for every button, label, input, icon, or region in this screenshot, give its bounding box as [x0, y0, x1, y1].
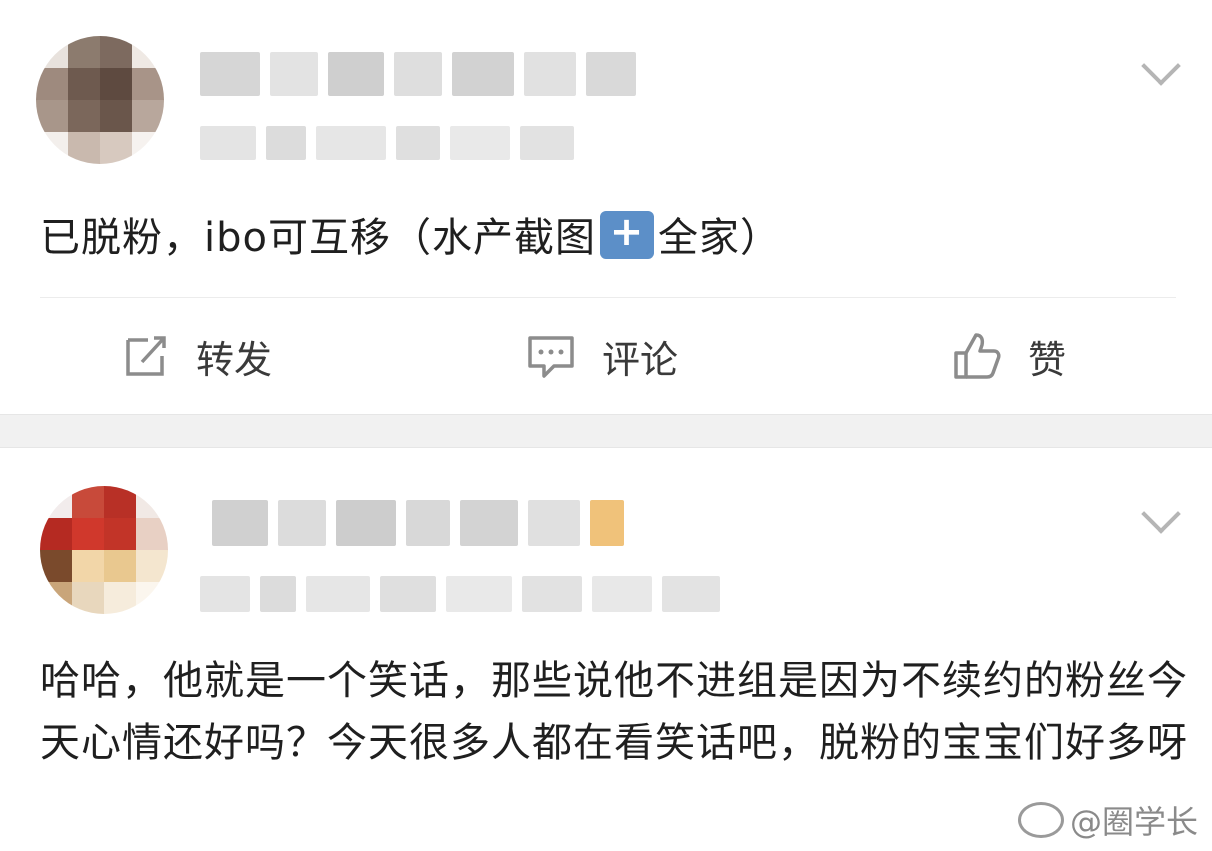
like-label: 赞 — [1028, 337, 1067, 382]
avatar[interactable] — [36, 36, 164, 164]
watermark-text: @圈学长 — [1069, 803, 1198, 841]
username-redacted[interactable] — [212, 500, 624, 546]
comment-label: 评论 — [602, 337, 679, 382]
chevron-down-icon[interactable] — [1141, 46, 1181, 86]
chevron-down-icon[interactable] — [1141, 494, 1181, 534]
post-card-1: 已脱粉，ibo可互移（水产截图全家） 转发 评论 赞 — [0, 0, 1212, 414]
post-text: 已脱粉，ibo可互移（水产截图全家） — [40, 205, 781, 263]
post-meta-redacted — [200, 126, 574, 160]
comment-icon — [528, 336, 574, 378]
repost-icon — [126, 336, 166, 376]
watermark: @圈学长 — [1017, 797, 1198, 843]
like-icon — [954, 333, 1001, 379]
divider — [40, 297, 1176, 298]
weibo-logo-icon — [1017, 802, 1064, 838]
feed-separator — [0, 414, 1212, 448]
comment-button[interactable]: 评论 — [526, 328, 678, 384]
repost-button[interactable]: 转发 — [122, 328, 272, 384]
post-text: 哈哈，他就是一个笑话，那些说他不进组是因为不续约的粉丝今天心情还好吗？今天很多人… — [40, 658, 1188, 766]
sticker-icon — [599, 209, 654, 259]
username-redacted[interactable] — [200, 52, 636, 96]
post-meta-redacted — [200, 576, 720, 612]
like-button[interactable]: 赞 — [952, 328, 1066, 384]
avatar[interactable] — [40, 486, 168, 614]
repost-label: 转发 — [196, 337, 273, 382]
